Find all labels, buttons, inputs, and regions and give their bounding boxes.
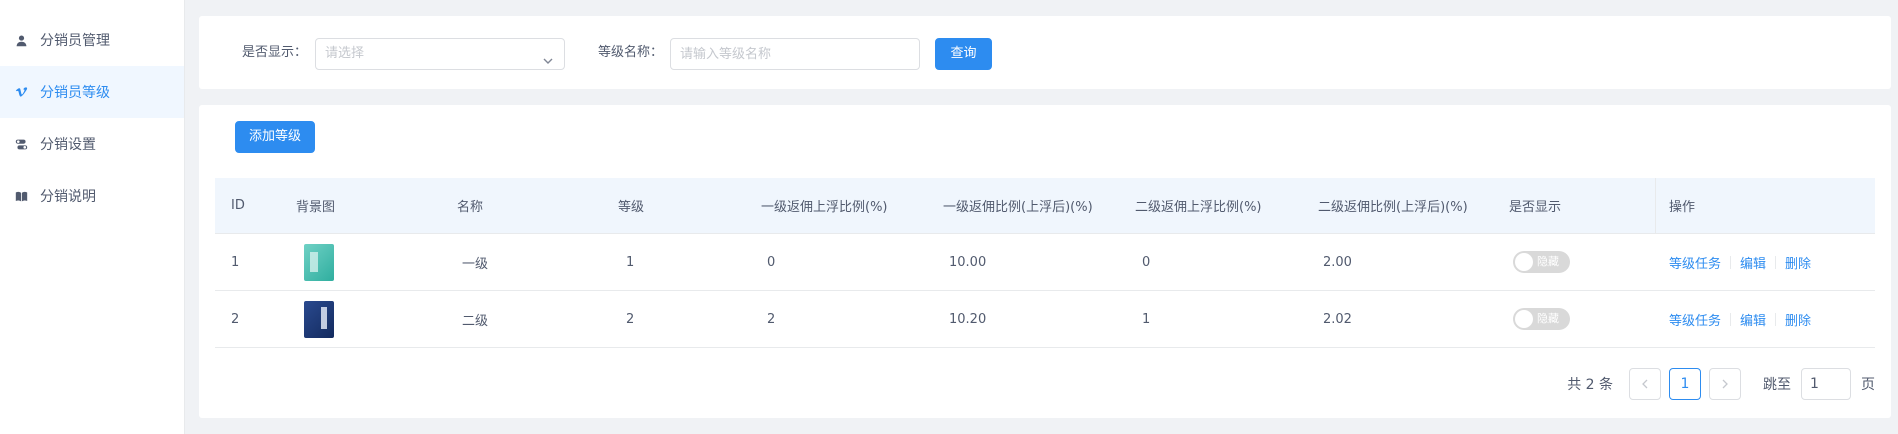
cell-l1-float: 0 [767,254,776,270]
action-divider [1775,255,1777,269]
background-thumbnail[interactable] [304,243,334,281]
background-thumbnail[interactable] [304,300,334,338]
visibility-switch[interactable]: 隐藏 [1513,308,1570,330]
cell-l1-float: 2 [767,311,776,327]
column-header-l2-rate: 二级返佣比例(上浮后)(%) [1318,200,1468,215]
cell-visible: 隐藏 [1513,234,1570,290]
table-header: ID 背景图 名称 等级 一级返佣上浮比例(%) 一级返佣比例(上浮后)(%) … [215,178,1875,234]
sidebar-item-label: 分销设置 [40,137,96,153]
cell-actions: 等级任务 编辑 删除 [1669,291,1811,347]
chevron-down-icon [542,49,554,64]
cell-grade: 2 [626,311,635,327]
cell-background [304,234,334,290]
column-header-l2-float: 二级返佣上浮比例(%) [1135,200,1262,215]
vimeo-icon [14,85,28,99]
column-header-l1-float: 一级返佣上浮比例(%) [761,200,888,215]
add-level-button[interactable]: 添加等级 [235,121,315,153]
action-divider [1730,312,1732,326]
cell-l2-rate: 2.02 [1323,311,1352,327]
cell-grade: 1 [626,254,635,270]
main-panel: 添加等级 ID 背景图 名称 等级 一级返佣上浮比例(%) 一级返佣比例(上浮后… [199,105,1891,418]
sidebar-item-distribution-description[interactable]: 分销说明 [0,170,184,222]
sidebar: 分销员管理 分销员等级 分销设置 分销说明 [0,0,185,434]
level-task-link[interactable]: 等级任务 [1669,253,1721,272]
sidebar-item-distributor-management[interactable]: 分销员管理 [0,14,184,66]
switch-label: 隐藏 [1537,312,1559,325]
pagination: 共 2 条 1 跳至 页 [1567,368,1875,400]
sidebar-item-label: 分销说明 [40,189,96,205]
cell-actions: 等级任务 编辑 删除 [1669,234,1811,290]
column-header-visible: 是否显示 [1509,200,1562,215]
cell-name: 一级 [462,256,489,272]
column-header-actions: 操作 [1669,200,1696,215]
column-divider [1655,178,1656,234]
edit-link[interactable]: 编辑 [1740,253,1766,272]
toggles-icon [14,137,28,151]
sidebar-item-distribution-settings[interactable]: 分销设置 [0,118,184,170]
switch-knob [1515,253,1533,271]
cell-l2-float: 1 [1142,311,1151,327]
next-page-button[interactable] [1709,368,1741,400]
sidebar-item-label: 分销员等级 [40,85,110,101]
cell-l1-rate: 10.00 [949,254,987,270]
sidebar-item-label: 分销员管理 [40,33,110,49]
table-row: 2 二级 2 2 10.20 1 2.02 隐藏 等级任务 编辑 删除 [215,291,1875,348]
level-name-filter-label: 等级名称： [598,45,664,60]
action-divider [1730,255,1732,269]
cell-l2-rate: 2.00 [1323,254,1352,270]
level-table: ID 背景图 名称 等级 一级返佣上浮比例(%) 一级返佣比例(上浮后)(%) … [215,178,1875,348]
chevron-left-icon [1642,379,1648,389]
column-header-grade: 等级 [618,200,645,215]
prev-page-button[interactable] [1629,368,1661,400]
delete-link[interactable]: 删除 [1785,253,1811,272]
show-select[interactable]: 请选择 [315,38,565,70]
table-row: 1 一级 1 0 10.00 0 2.00 隐藏 等级任务 编辑 删除 [215,234,1875,291]
cell-id: 1 [231,254,240,270]
cell-background [304,291,334,347]
show-select-placeholder: 请选择 [325,46,365,61]
total-count: 共 2 条 [1567,377,1613,393]
action-divider [1775,312,1777,326]
cell-visible: 隐藏 [1513,291,1570,347]
page-button-current[interactable]: 1 [1669,368,1701,400]
filter-panel: 是否显示： 请选择 等级名称： 查询 [199,16,1891,89]
query-button[interactable]: 查询 [935,38,992,70]
level-task-link[interactable]: 等级任务 [1669,310,1721,329]
column-header-l1-rate: 一级返佣比例(上浮后)(%) [943,200,1093,215]
book-icon [14,189,28,203]
cell-l1-rate: 10.20 [949,311,987,327]
cell-l2-float: 0 [1142,254,1151,270]
jump-label: 跳至 [1763,377,1791,393]
column-header-background: 背景图 [296,200,336,215]
page-suffix: 页 [1861,377,1875,393]
edit-link[interactable]: 编辑 [1740,310,1766,329]
column-header-id: ID [231,198,245,213]
visibility-switch[interactable]: 隐藏 [1513,251,1570,273]
level-name-input[interactable] [670,38,920,70]
jump-page-input[interactable] [1801,368,1851,400]
user-icon [14,33,28,47]
column-header-name: 名称 [457,200,484,215]
switch-label: 隐藏 [1537,255,1559,268]
cell-id: 2 [231,311,240,327]
delete-link[interactable]: 删除 [1785,310,1811,329]
sidebar-item-distributor-level[interactable]: 分销员等级 [0,66,184,118]
switch-knob [1515,310,1533,328]
show-filter-label: 是否显示： [242,45,308,60]
cell-name: 二级 [462,313,489,329]
chevron-right-icon [1722,379,1728,389]
